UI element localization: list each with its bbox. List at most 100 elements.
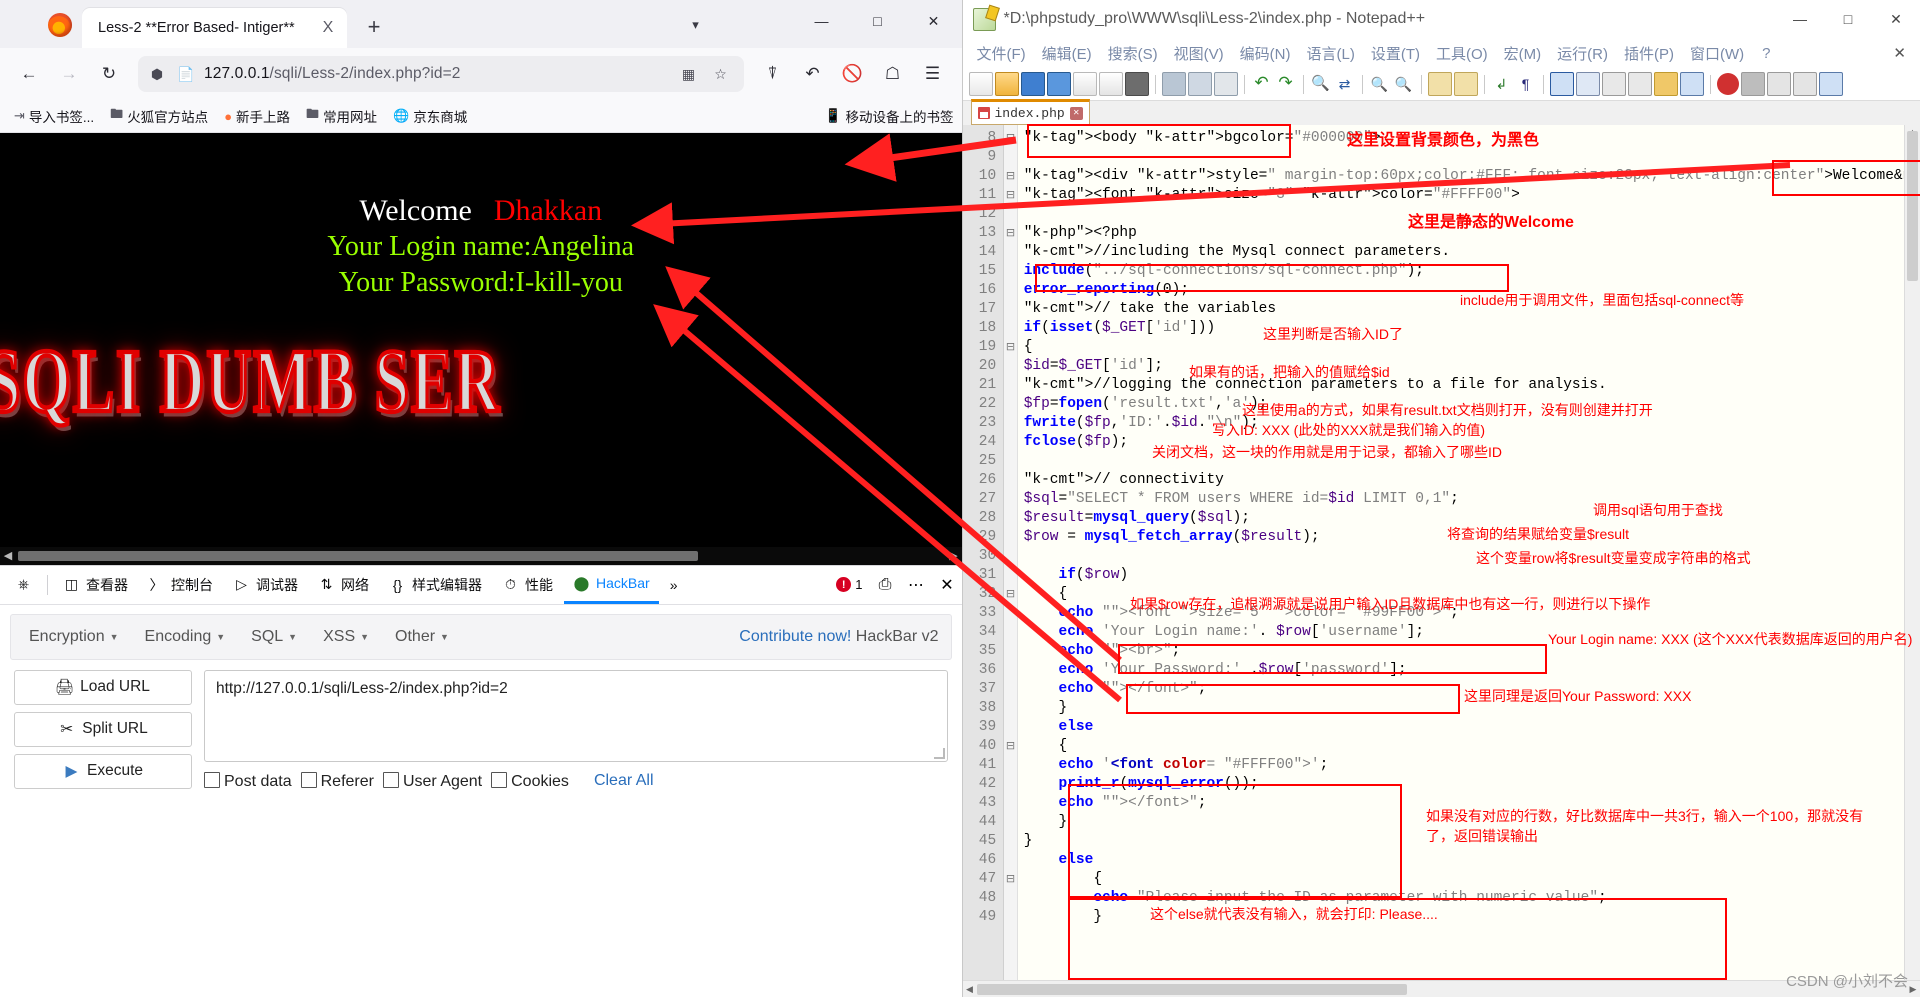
extension-icon[interactable]: ☖ bbox=[874, 57, 912, 91]
copy-icon[interactable] bbox=[1187, 72, 1212, 96]
open-file-icon[interactable] bbox=[994, 72, 1019, 96]
print-icon[interactable] bbox=[1124, 72, 1149, 96]
forward-icon[interactable]: → bbox=[50, 57, 88, 91]
devtools-tab-style-editor[interactable]: {} 样式编辑器 bbox=[380, 567, 491, 603]
devtools-tab-inspector[interactable]: ◫ 查看器 bbox=[54, 567, 137, 603]
bookmark-import[interactable]: ⇥ 导入书签... bbox=[8, 103, 100, 129]
code-line[interactable]: else bbox=[1018, 851, 1920, 870]
hackbar-menu-sql[interactable]: SQL ▼ bbox=[241, 623, 307, 651]
func-list-icon[interactable] bbox=[1627, 72, 1652, 96]
code-line[interactable]: $result=mysql_query($sql); bbox=[1018, 509, 1920, 528]
load-url-button[interactable]: 🖨 Load URL bbox=[14, 669, 192, 705]
code-line[interactable]: echo ""></font>"; bbox=[1018, 794, 1920, 813]
meatball-menu-icon[interactable]: ⋯ bbox=[908, 576, 925, 594]
code-line[interactable] bbox=[1018, 205, 1920, 224]
code-line[interactable]: fclose($fp); bbox=[1018, 433, 1920, 452]
close-window-button[interactable]: ✕ bbox=[906, 0, 962, 42]
mobile-bookmarks[interactable]: 📱 移动设备上的书签 bbox=[825, 106, 954, 126]
code-line[interactable]: echo '<font color= "#FFFF00">'; bbox=[1018, 756, 1920, 775]
menu-settings[interactable]: 设置(T) bbox=[1363, 40, 1428, 67]
code-line[interactable]: echo ""></font>"; bbox=[1018, 680, 1920, 699]
find-icon[interactable]: 🔍 bbox=[1310, 73, 1332, 95]
code-line[interactable]: $fp=fopen('result.txt','a'); bbox=[1018, 395, 1920, 414]
bookmark-common-sites[interactable]: 🖿 常用网址 bbox=[300, 102, 383, 130]
menu-window[interactable]: 窗口(W) bbox=[1682, 40, 1752, 67]
code-line[interactable]: if($row) bbox=[1018, 566, 1920, 585]
screenshot-icon[interactable]: ⍒ bbox=[754, 57, 792, 91]
code-line[interactable]: "k-tag"><body "k-attr">bgcolor="#000000"… bbox=[1018, 129, 1920, 148]
cut-icon[interactable] bbox=[1161, 72, 1186, 96]
bookmark-star-icon[interactable]: ☆ bbox=[710, 63, 732, 85]
hackbar-menu-xss[interactable]: XSS ▼ bbox=[313, 623, 379, 651]
fold-toggle-icon[interactable]: ⊟ bbox=[1004, 167, 1017, 186]
menu-file[interactable]: 文件(F) bbox=[969, 40, 1034, 67]
zoom-in-icon[interactable]: 🔍 bbox=[1369, 73, 1391, 95]
maximize-button[interactable]: □ bbox=[850, 0, 906, 42]
fold-toggle-icon[interactable]: ⊟ bbox=[1004, 870, 1017, 889]
code-line[interactable]: "k-cmt">// connectivity bbox=[1018, 471, 1920, 490]
devtools-tab-console[interactable]: 〉 控制台 bbox=[139, 567, 222, 603]
new-tab-button[interactable]: + bbox=[357, 10, 391, 44]
referer-checkbox[interactable]: Referer bbox=[300, 771, 374, 791]
code-line[interactable]: echo ""><font ">size='5' ">color= '#99FF… bbox=[1018, 604, 1920, 623]
code-line[interactable]: echo 'Your Login name:'. $row['username'… bbox=[1018, 623, 1920, 642]
fold-toggle-icon[interactable]: ⊟ bbox=[1004, 737, 1017, 756]
code-line[interactable]: else bbox=[1018, 718, 1920, 737]
devtools-tab-network[interactable]: ⇅ 网络 bbox=[309, 567, 378, 603]
menu-edit[interactable]: 编辑(E) bbox=[1034, 40, 1100, 67]
hackbar-menu-encryption[interactable]: Encryption ▼ bbox=[19, 623, 129, 651]
maximize-button[interactable]: □ bbox=[1824, 0, 1872, 38]
scroll-right-arrow[interactable]: ▶ bbox=[1906, 984, 1920, 995]
fold-toggle-icon[interactable]: ⊟ bbox=[1004, 129, 1017, 148]
playmulti-macro-icon[interactable] bbox=[1792, 72, 1817, 96]
scroll-thumb[interactable] bbox=[18, 550, 698, 561]
editor-vertical-scrollbar[interactable]: ▲ bbox=[1904, 125, 1920, 980]
shield-icon[interactable]: ⬢ bbox=[146, 63, 168, 85]
code-editor[interactable]: 8 9 10 11 12 13 14 15 16 17 18 19 20 21 22 23 24 25 26 27 28… bbox=[962, 125, 1920, 980]
code-line[interactable]: $row = mysql_fetch_array($result); bbox=[1018, 528, 1920, 547]
menu-language[interactable]: 语言(L) bbox=[1298, 40, 1362, 67]
devtools-tab-performance[interactable]: ⏱ 性能 bbox=[493, 567, 562, 603]
show-all-chars-icon[interactable]: ¶ bbox=[1515, 73, 1537, 95]
close-document-icon[interactable]: ✕ bbox=[1893, 44, 1914, 62]
sync-scroll-h-icon[interactable] bbox=[1453, 72, 1478, 96]
code-line[interactable] bbox=[1018, 148, 1920, 167]
chevron-down-icon[interactable]: ▾ bbox=[680, 10, 712, 40]
stop-macro-icon[interactable] bbox=[1740, 72, 1765, 96]
hackbar-menu-encoding[interactable]: Encoding ▼ bbox=[135, 623, 236, 651]
cookies-checkbox[interactable]: Cookies bbox=[491, 771, 569, 791]
editor-horizontal-scrollbar[interactable]: ◀ ▶ bbox=[962, 980, 1920, 997]
user-lang-icon[interactable] bbox=[1575, 72, 1600, 96]
code-line[interactable]: error_reporting(0); bbox=[1018, 281, 1920, 300]
code-line[interactable] bbox=[1018, 547, 1920, 566]
back-icon[interactable]: ← bbox=[10, 57, 48, 91]
scroll-right-arrow[interactable]: ▶ bbox=[946, 549, 962, 562]
sync-scroll-v-icon[interactable] bbox=[1427, 72, 1452, 96]
doc-map-icon[interactable] bbox=[1601, 72, 1626, 96]
scroll-left-arrow[interactable]: ◀ bbox=[963, 984, 977, 995]
code-line[interactable]: fwrite($fp,'ID:'.$id."\n"); bbox=[1018, 414, 1920, 433]
close-icon[interactable]: ✕ bbox=[939, 576, 956, 594]
code-line[interactable]: "k-cmt">//including the Mysql connect pa… bbox=[1018, 243, 1920, 262]
code-line[interactable]: "k-cmt">//logging the connection paramet… bbox=[1018, 376, 1920, 395]
close-window-button[interactable]: ✕ bbox=[1872, 0, 1920, 38]
menu-run[interactable]: 运行(R) bbox=[1549, 40, 1616, 67]
indent-guide-icon[interactable] bbox=[1549, 72, 1574, 96]
code-line[interactable]: $id=$_GET['id']; bbox=[1018, 357, 1920, 376]
element-picker-icon[interactable]: ⎈ bbox=[6, 567, 41, 603]
menu-encoding[interactable]: 编码(N) bbox=[1232, 40, 1299, 67]
menu-help[interactable]: ? bbox=[1752, 42, 1780, 65]
clear-all-link[interactable]: Clear All bbox=[594, 772, 654, 790]
bookmark-firefox-site[interactable]: 🖿 火狐官方站点 bbox=[104, 102, 214, 130]
editor-tab-index-php[interactable]: index.php ✕ bbox=[970, 99, 1090, 125]
fold-margin[interactable]: ⊟ ⊟ ⊟ ⊟ ⊟ ⊟ ⊟ ⊟ bbox=[1004, 125, 1018, 980]
url-bar[interactable]: ⬢ 📄 127.0.0.1/sqli/Less-2/index.php?id=2… bbox=[138, 56, 744, 92]
hackbar-menu-other[interactable]: Other ▼ bbox=[385, 623, 459, 651]
scroll-thumb[interactable] bbox=[1907, 131, 1918, 281]
record-macro-icon[interactable] bbox=[1716, 73, 1739, 95]
word-wrap-icon[interactable]: ↲ bbox=[1491, 73, 1513, 95]
url-text[interactable]: 127.0.0.1/sqli/Less-2/index.php?id=2 bbox=[204, 65, 671, 83]
minimize-button[interactable]: — bbox=[1776, 0, 1824, 38]
code-line[interactable]: $sql="SELECT * FROM users WHERE id=$id L… bbox=[1018, 490, 1920, 509]
zoom-out-icon[interactable]: 🔍 bbox=[1393, 73, 1415, 95]
